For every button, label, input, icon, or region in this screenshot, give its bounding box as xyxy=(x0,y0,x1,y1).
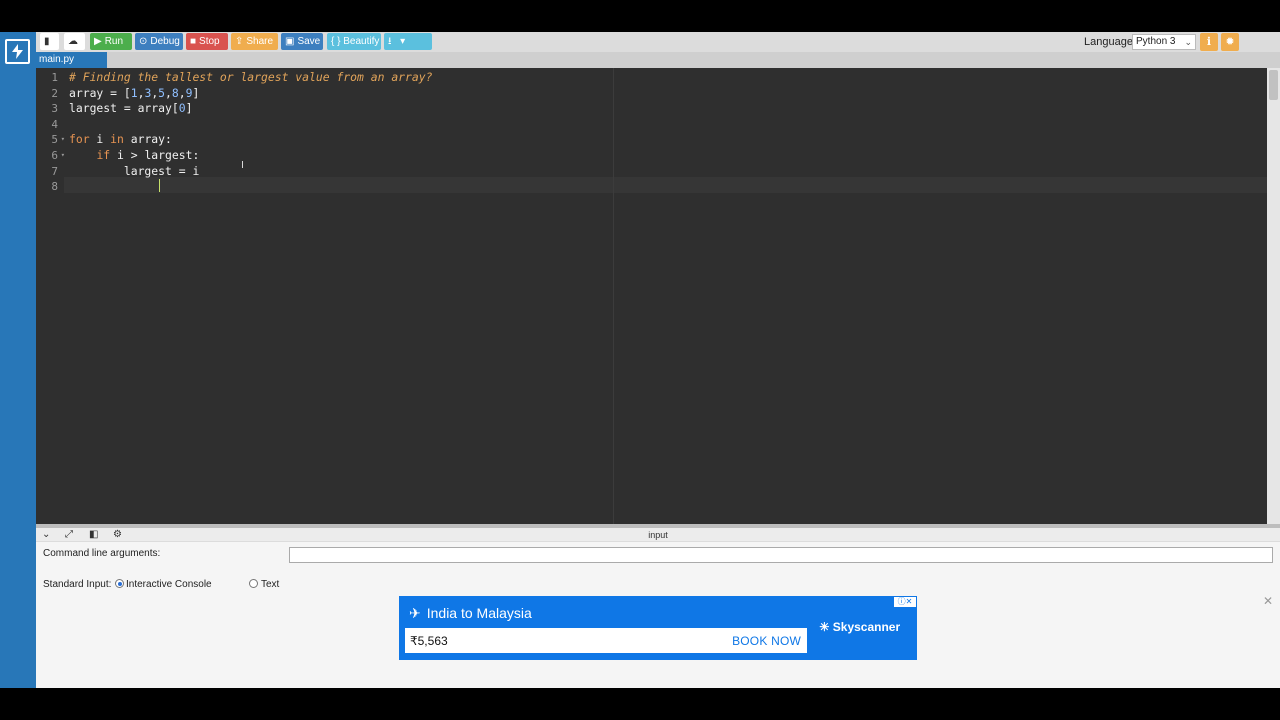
line-number: 3 xyxy=(51,102,58,116)
line-number: 7 xyxy=(51,164,58,178)
line-number: 8 xyxy=(51,180,58,194)
code-line: largest = array[0] xyxy=(69,101,193,116)
download-icon: ⭳ xyxy=(388,36,392,47)
editor-scrollbar[interactable] xyxy=(1267,68,1280,524)
stop-label: Stop xyxy=(199,36,220,47)
upload-button[interactable]: ☁ xyxy=(64,33,85,50)
run-label: Run xyxy=(104,36,124,47)
ad-price-box[interactable]: ₹5,563 BOOK NOW xyxy=(405,628,807,653)
radio-text[interactable] xyxy=(249,579,258,588)
line-number: 2 xyxy=(51,86,58,100)
beautify-label: { } Beautify xyxy=(331,36,380,47)
sun-icon: ☀ xyxy=(819,620,830,634)
stop-icon: ■ xyxy=(190,36,197,47)
chevron-down-icon: ▾ xyxy=(400,36,406,47)
line-number: 4 xyxy=(51,117,58,131)
play-icon: ▶ xyxy=(94,36,102,47)
save-icon: ▣ xyxy=(285,36,295,47)
debug-icon: ⊙ xyxy=(139,36,148,47)
scrollbar-thumb[interactable] xyxy=(1269,70,1278,100)
line-number: 5 xyxy=(51,133,58,147)
line-number: 1 xyxy=(51,71,58,84)
ide-window: ▮ ☁ ▶ Run ⊙ Debug ■ Stop ⇪ Share ▣ Save { } B… xyxy=(0,32,1280,688)
left-rail xyxy=(0,32,36,688)
fold-icon[interactable]: ▾ xyxy=(59,132,65,148)
tab-bar: main.py xyxy=(36,52,1280,68)
layout-icon[interactable]: ◧ xyxy=(89,528,98,542)
ad-route: ✈ India to Malaysia xyxy=(409,605,532,622)
ad-close-icon[interactable]: ⓘ✕ xyxy=(894,597,916,607)
ibeam-cursor-icon: Ⅰ xyxy=(241,160,244,171)
stdin-label: Standard Input: xyxy=(43,579,112,590)
language-value: Python 3 xyxy=(1136,36,1176,47)
active-line-highlight xyxy=(64,177,1267,193)
toolbar: ▮ ☁ ▶ Run ⊙ Debug ■ Stop ⇪ Share ▣ Save { } B… xyxy=(36,32,1280,52)
code-line: for i in array: xyxy=(69,132,172,147)
tab-main-py[interactable]: main.py xyxy=(36,52,107,68)
ad-route-text: India to Malaysia xyxy=(426,605,532,621)
chevron-down-icon: ⌄ xyxy=(1184,37,1192,47)
new-file-button[interactable]: ▮ xyxy=(40,33,59,50)
upload-icon: ☁ xyxy=(68,36,78,47)
debug-button[interactable]: ⊙ Debug xyxy=(135,33,183,50)
share-label: Share xyxy=(246,36,274,47)
file-icon: ▮ xyxy=(44,36,50,47)
line-number: 6 xyxy=(51,149,58,162)
settings-button[interactable]: ✹ xyxy=(1221,33,1239,51)
radio-interactive-console[interactable] xyxy=(115,579,124,588)
radio-interactive-console-label[interactable]: Interactive Console xyxy=(126,579,212,590)
plane-icon: ✈ xyxy=(409,605,421,621)
save-button[interactable]: ▣ Save xyxy=(281,33,323,50)
info-icon: ℹ xyxy=(1206,36,1212,48)
run-button[interactable]: ▶ Run xyxy=(90,33,132,50)
cmd-args-input[interactable] xyxy=(289,547,1273,563)
language-label: Language xyxy=(1084,36,1133,48)
debug-label: Debug xyxy=(150,36,180,47)
save-label: Save xyxy=(297,36,321,47)
share-button[interactable]: ⇪ Share xyxy=(231,33,278,50)
ad-brand: ☀ Skyscanner xyxy=(819,620,900,634)
share-icon: ⇪ xyxy=(235,36,244,47)
expand-icon[interactable]: ⤢ xyxy=(65,528,73,542)
close-icon[interactable]: ✕ xyxy=(1263,594,1273,608)
gear-icon[interactable]: ⚙ xyxy=(113,528,122,542)
language-select[interactable]: Python 3 ⌄ xyxy=(1132,34,1196,50)
panel-header: input ⌄ ⤢ ◧ ⚙ xyxy=(36,528,1280,542)
code-line: array = [1,3,5,8,9] xyxy=(69,85,200,100)
radio-text-label[interactable]: Text xyxy=(261,579,279,590)
settings-icon: ✹ xyxy=(1225,36,1235,48)
bolt-icon[interactable] xyxy=(5,39,30,64)
ad-price: ₹5,563 xyxy=(410,634,448,648)
input-panel: input ⌄ ⤢ ◧ ⚙ Command line arguments: St… xyxy=(36,528,1280,688)
print-margin xyxy=(613,68,614,524)
stop-button[interactable]: ■ Stop xyxy=(186,33,228,50)
code-line: largest = i xyxy=(69,163,200,178)
beautify-button[interactable]: { } Beautify xyxy=(327,33,381,50)
code-line: # Finding the tallest or largest value f… xyxy=(69,70,433,84)
ad-brand-text: Skyscanner xyxy=(832,620,901,634)
ad-book-button[interactable]: BOOK NOW xyxy=(732,634,801,648)
panel-title: input xyxy=(648,530,668,540)
code-line: if i > largest: xyxy=(96,148,200,162)
download-button[interactable]: ⭳ ▾ xyxy=(384,33,432,50)
info-button[interactable]: ℹ xyxy=(1200,33,1218,51)
collapse-icon[interactable]: ⌄ xyxy=(42,528,50,542)
fold-icon[interactable]: ▾ xyxy=(59,148,65,164)
text-cursor xyxy=(159,179,160,192)
code-editor[interactable]: 1 2 3 4 5 6 7 8 ▾ ▾ # Finding the talles… xyxy=(36,68,1267,524)
cmd-args-label: Command line arguments: xyxy=(43,548,161,559)
ad-banner[interactable]: ✈ India to Malaysia ₹5,563 BOOK NOW ☀ Skys… xyxy=(399,596,917,660)
